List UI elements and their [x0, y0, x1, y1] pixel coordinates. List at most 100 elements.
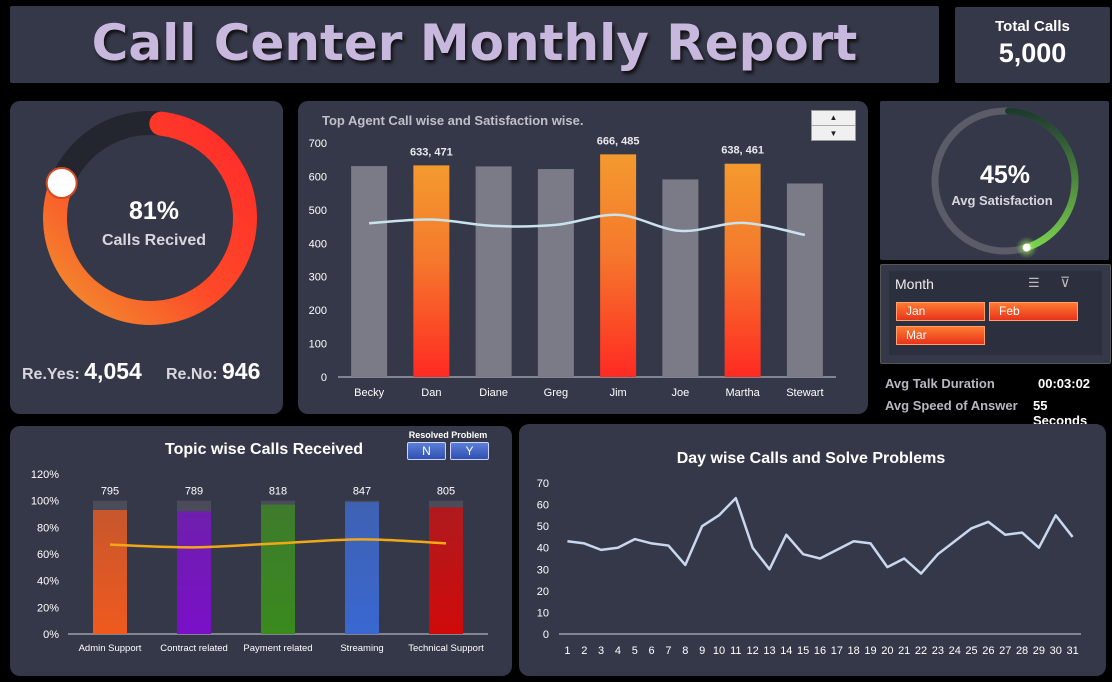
avg-speed-label: Avg Speed of Answer — [885, 398, 1018, 413]
re-yes-kpi: Re.Yes: 4,054 — [22, 358, 142, 385]
x-tick-label: 18 — [848, 645, 860, 657]
resolved-y-button[interactable]: Y — [450, 442, 489, 460]
topic-chart-card: Topic wise Calls Received Resolved Probl… — [10, 426, 512, 676]
topic-bar — [345, 502, 379, 634]
calls-received-caption: Calls Recived — [102, 232, 206, 249]
resolved-slicer-title: Resolved Problem — [409, 430, 488, 440]
scroll-spinner[interactable]: ▲ ▼ — [811, 110, 856, 141]
topic-chart: Topic wise Calls Received Resolved Probl… — [31, 430, 488, 654]
y-tick-label: 600 — [309, 171, 327, 183]
x-tick-label: 21 — [898, 645, 910, 657]
x-tick-label: Diane — [479, 387, 508, 399]
avg-talk-label: Avg Talk Duration — [885, 376, 995, 391]
x-tick-label: 29 — [1033, 645, 1045, 657]
day-chart-title: Day wise Calls and Solve Problems — [677, 450, 946, 467]
y-tick-label: 100% — [31, 496, 59, 508]
total-calls-label: Total Calls — [995, 18, 1070, 35]
x-tick-label: 16 — [814, 645, 826, 657]
multi-select-icon[interactable]: ☰ — [1028, 275, 1040, 291]
total-calls-value: 5,000 — [998, 38, 1067, 68]
re-yes-label: Re.Yes: — [22, 366, 80, 383]
x-tick-label: 23 — [932, 645, 944, 657]
y-tick-label: 100 — [309, 339, 327, 351]
y-tick-label: 30 — [537, 564, 549, 576]
y-tick-label: 10 — [537, 607, 549, 619]
x-tick-label: 27 — [999, 645, 1011, 657]
y-tick-label: 300 — [309, 272, 327, 284]
data-label: 638, 461 — [721, 145, 764, 157]
clear-filter-icon[interactable]: ⊽ — [1060, 274, 1070, 291]
y-tick-label: 50 — [537, 521, 549, 533]
calls-line — [567, 496, 1074, 575]
month-slicer-title: Month — [895, 276, 934, 292]
x-tick-label: Dan — [421, 387, 441, 399]
y-tick-label: 0 — [321, 372, 327, 384]
resolved-n-button[interactable]: N — [407, 442, 446, 460]
x-tick-label: 12 — [747, 645, 759, 657]
month-item-jan[interactable]: Jan — [896, 302, 985, 321]
x-tick-label: 6 — [649, 645, 655, 657]
agent-chart-card: Top Agent Call wise and Satisfaction wis… — [298, 101, 868, 414]
x-tick-label: 26 — [982, 645, 994, 657]
y-tick-label: 40% — [37, 576, 59, 588]
topic-bar — [93, 510, 127, 634]
x-tick-label: 15 — [797, 645, 809, 657]
calls-received-percent: 81% — [129, 197, 179, 225]
x-tick-label: 20 — [881, 645, 893, 657]
bar-becky — [351, 166, 388, 377]
day-chart: Day wise Calls and Solve Problems 0 10 20 3… — [537, 450, 1081, 657]
re-no-kpi: Re.No: 946 — [166, 358, 260, 385]
x-tick-label: 9 — [699, 645, 705, 657]
bar-greg — [537, 169, 574, 377]
topic-chart-title: Topic wise Calls Received — [165, 441, 363, 458]
re-no-value: 946 — [222, 358, 261, 384]
spinner-up-button[interactable]: ▲ — [812, 111, 855, 126]
month-slicer: Month ☰ ⊽ Jan Feb Mar — [880, 264, 1111, 364]
y-tick-label: 700 — [309, 138, 327, 150]
y-tick-label: 200 — [309, 305, 327, 317]
stats-panel: Avg Talk Duration 00:03:02 Avg Speed of … — [880, 369, 1109, 428]
x-tick-label: 25 — [965, 645, 977, 657]
x-tick-label: Martha — [726, 387, 761, 399]
y-tick-label: 60% — [37, 549, 59, 561]
data-label: 805 — [437, 486, 455, 498]
x-tick-label: Contract related — [160, 643, 228, 654]
y-tick-label: 20 — [537, 586, 549, 598]
satisfaction-percent: 45% — [980, 161, 1030, 189]
y-tick-label: 60 — [537, 500, 549, 512]
y-tick-label: 0 — [543, 629, 549, 641]
gauge-knob — [1022, 243, 1031, 252]
day-chart-card: Day wise Calls and Solve Problems 0 10 20 3… — [519, 424, 1106, 676]
y-tick-label: 120% — [31, 469, 59, 481]
data-label: 789 — [185, 486, 203, 498]
x-tick-label: 2 — [581, 645, 587, 657]
title-banner: Call Center Monthly Report — [10, 6, 939, 83]
x-tick-label: 4 — [615, 645, 621, 657]
month-item-feb[interactable]: Feb — [989, 302, 1078, 321]
x-tick-label: 5 — [632, 645, 638, 657]
y-tick-label: 400 — [309, 238, 327, 250]
x-tick-label: Payment related — [243, 643, 312, 654]
y-tick-label: 80% — [37, 522, 59, 534]
x-tick-label: 24 — [949, 645, 961, 657]
x-tick-label: 7 — [665, 645, 671, 657]
month-slicer-inner: Month ☰ ⊽ Jan Feb Mar — [889, 271, 1102, 355]
bar-diane — [475, 166, 512, 377]
spinner-down-button[interactable]: ▼ — [812, 126, 855, 141]
x-tick-label: Streaming — [340, 643, 383, 654]
re-yes-value: 4,054 — [84, 358, 142, 384]
bar-stewart — [786, 183, 823, 377]
avg-speed-row: Avg Speed of Answer 55 Seconds — [885, 398, 1103, 428]
y-tick-label: 0% — [43, 629, 59, 641]
x-tick-label: 19 — [864, 645, 876, 657]
x-tick-label: 30 — [1050, 645, 1062, 657]
y-tick-label: 40 — [537, 543, 549, 555]
bar-martha — [724, 163, 761, 377]
satisfaction-gauge: 45% Avg Satisfaction — [931, 107, 1079, 259]
page-title: Call Center Monthly Report — [91, 14, 858, 72]
total-calls-card: Total Calls 5,000 — [955, 7, 1110, 83]
month-item-mar[interactable]: Mar — [896, 326, 985, 345]
x-tick-label: 22 — [915, 645, 927, 657]
satisfaction-card: 45% Avg Satisfaction — [880, 101, 1109, 260]
topic-bar — [261, 504, 295, 634]
